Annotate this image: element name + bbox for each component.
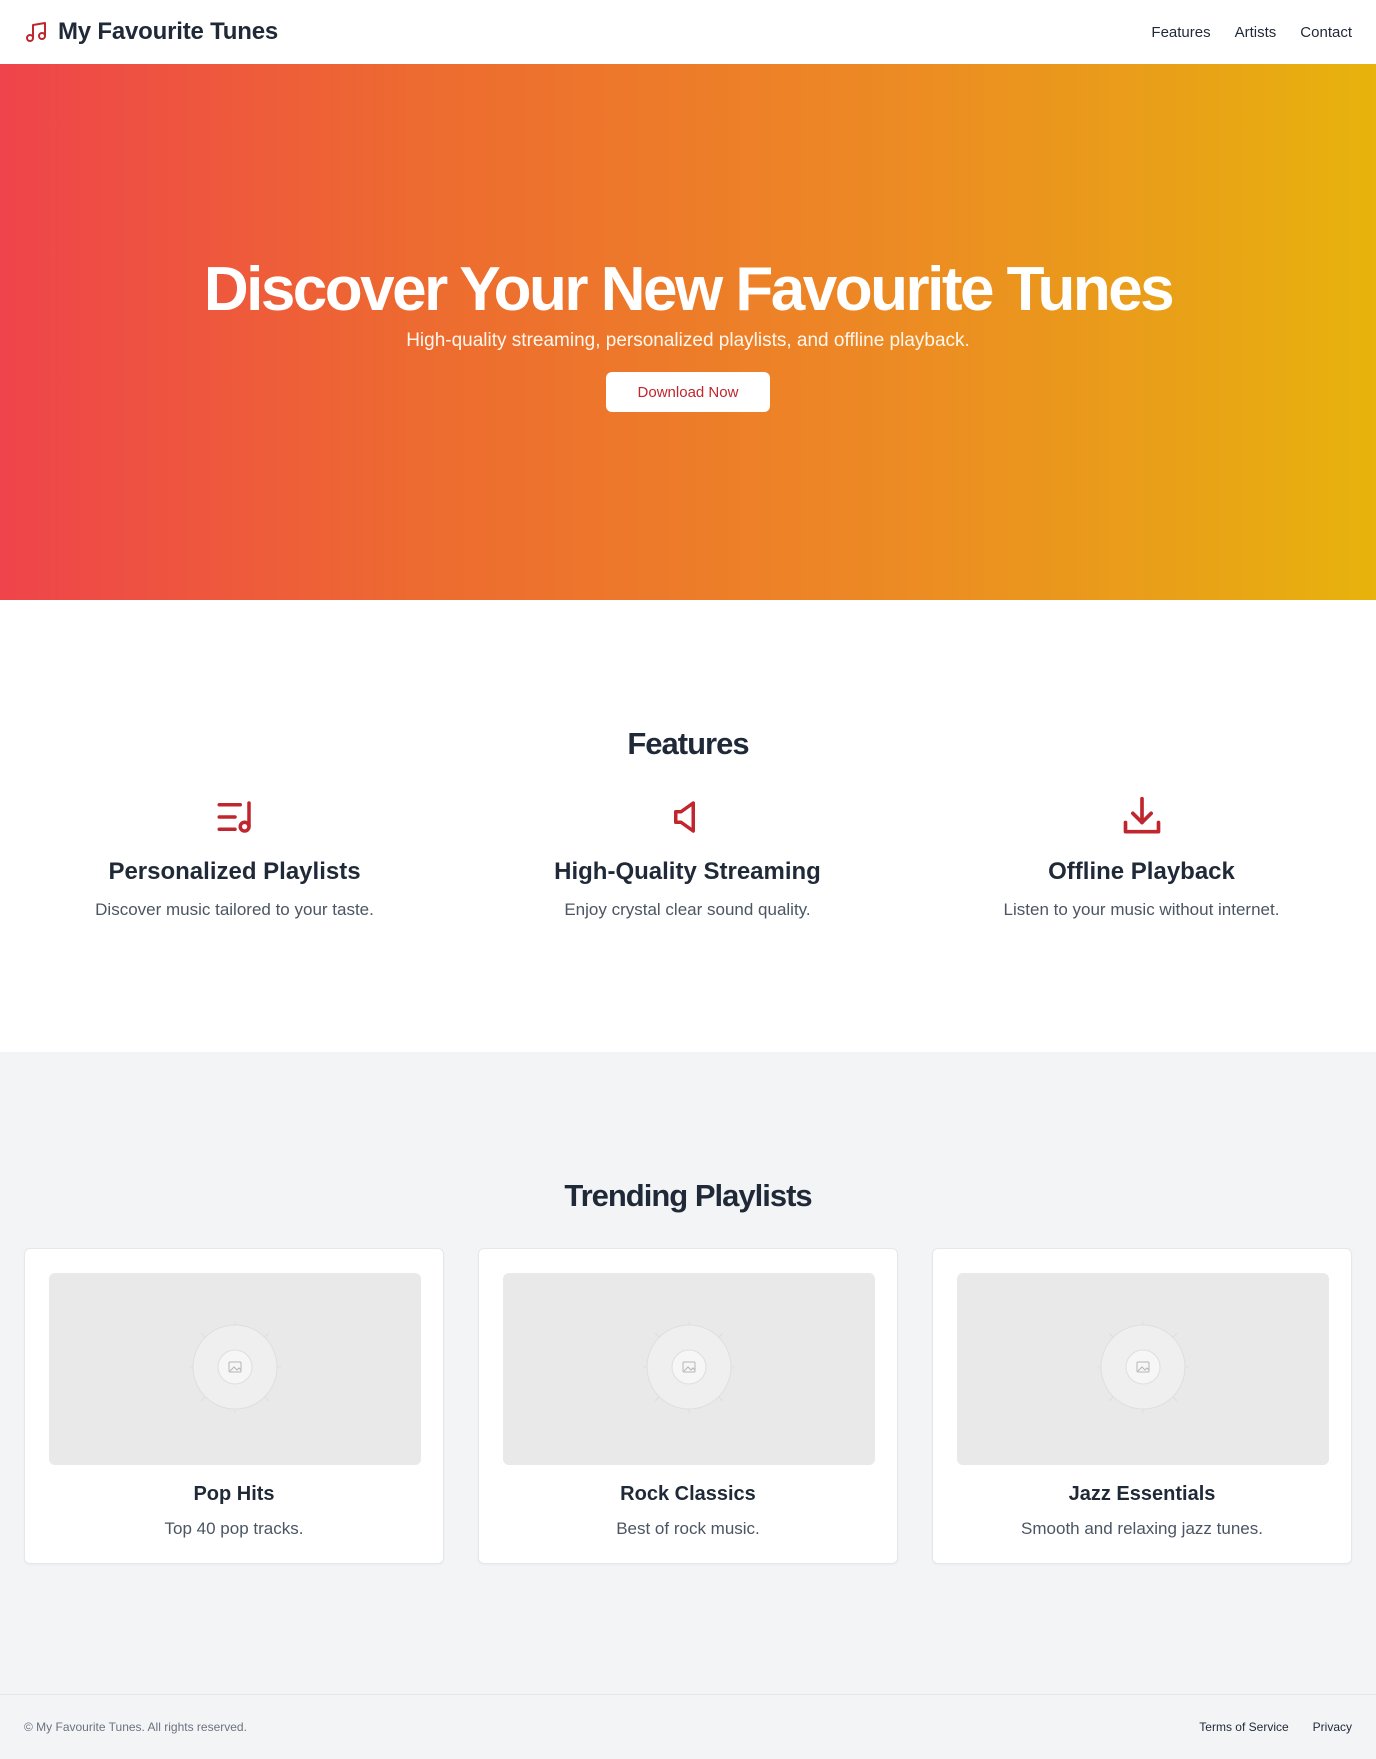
feature-description: Discover music tailored to your taste. (95, 900, 374, 919)
download-now-button[interactable]: Download Now (606, 372, 770, 412)
feature-high-quality-streaming: High-Quality Streaming Enjoy crystal cle… (461, 796, 914, 920)
footer-link-terms[interactable]: Terms of Service (1199, 1720, 1288, 1734)
copyright-text: © My Favourite Tunes. All rights reserve… (24, 1720, 247, 1734)
playlist-title: Pop Hits (193, 1483, 275, 1505)
nav-link-artists[interactable]: Artists (1235, 24, 1277, 41)
image-placeholder-icon (1043, 1273, 1243, 1465)
feature-offline-playback: Offline Playback Listen to your music wi… (915, 796, 1368, 920)
site-footer: © My Favourite Tunes. All rights reserve… (0, 1694, 1376, 1759)
playlist-card-jazz-essentials[interactable]: Jazz Essentials Smooth and relaxing jazz… (932, 1248, 1352, 1564)
playlist-card-pop-hits[interactable]: Pop Hits Top 40 pop tracks. (24, 1248, 444, 1564)
download-icon (915, 796, 1368, 838)
trending-playlists-section: Trending Playlists Pop Hits Top 40 pop t… (0, 1052, 1376, 1694)
music-note-icon (24, 20, 48, 44)
speaker-icon (461, 796, 914, 838)
feature-description: Enjoy crystal clear sound quality. (564, 900, 811, 919)
site-header: My Favourite Tunes Features Artists Cont… (0, 0, 1376, 64)
playlist-title: Rock Classics (620, 1483, 756, 1505)
playlist-description: Smooth and relaxing jazz tunes. (1021, 1519, 1263, 1538)
nav-link-features[interactable]: Features (1151, 24, 1210, 41)
feature-title: Offline Playback (1048, 858, 1235, 885)
playlist-cover-image (49, 1273, 421, 1465)
brand[interactable]: My Favourite Tunes (24, 18, 278, 46)
playlist-description: Best of rock music. (616, 1519, 760, 1538)
features-title: Features (627, 726, 749, 761)
hero-section: Discover Your New Favourite Tunes High-q… (0, 64, 1376, 600)
image-placeholder-icon (135, 1273, 335, 1465)
playlist-card-rock-classics[interactable]: Rock Classics Best of rock music. (478, 1248, 898, 1564)
playlist-title: Jazz Essentials (1068, 1483, 1216, 1505)
playlist-cover-image (957, 1273, 1329, 1465)
hero-subtitle: High-quality streaming, personalized pla… (406, 330, 970, 351)
hero-title: Discover Your New Favourite Tunes (203, 255, 1175, 324)
feature-description: Listen to your music without internet. (1003, 900, 1280, 919)
feature-personalized-playlists: Personalized Playlists Discover music ta… (8, 796, 461, 920)
features-section: Features Personalized Playlists Discover… (0, 600, 1376, 1052)
trending-title: Trending Playlists (564, 1178, 812, 1213)
nav-link-contact[interactable]: Contact (1300, 24, 1352, 41)
playlist-cover-image (503, 1273, 875, 1465)
playlist-description: Top 40 pop tracks. (164, 1519, 304, 1538)
feature-title: High-Quality Streaming (554, 858, 821, 885)
main-nav: Features Artists Contact (1151, 24, 1352, 41)
image-placeholder-icon (589, 1273, 789, 1465)
footer-link-privacy[interactable]: Privacy (1313, 1720, 1352, 1734)
brand-title: My Favourite Tunes (58, 18, 278, 45)
playlist-icon (8, 796, 461, 838)
feature-title: Personalized Playlists (108, 858, 361, 885)
footer-links: Terms of Service Privacy (1199, 1720, 1352, 1734)
